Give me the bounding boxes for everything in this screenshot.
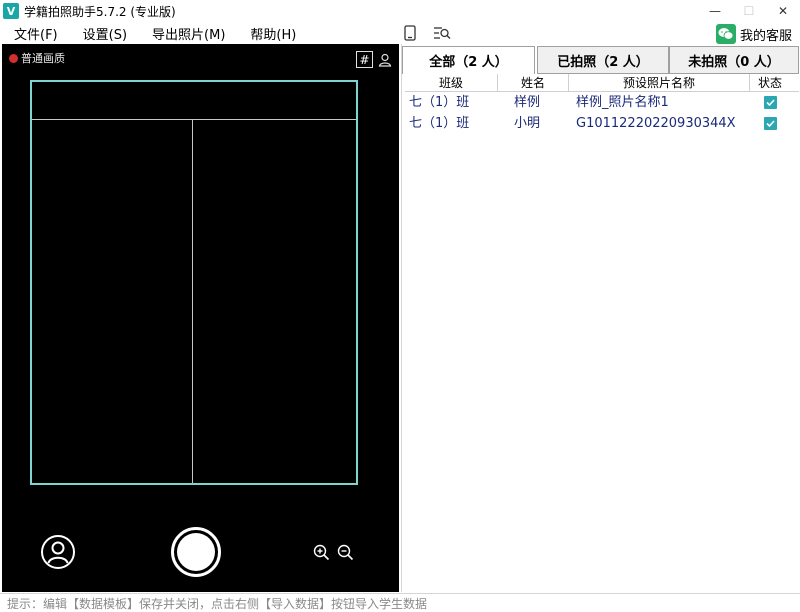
shutter-inner bbox=[177, 533, 215, 571]
search-list-icon[interactable] bbox=[433, 24, 451, 42]
maximize-button[interactable]: ☐ bbox=[732, 0, 766, 22]
title-bar: V 学籍拍照助手5.7.2 (专业版) — ☐ ✕ bbox=[0, 0, 800, 22]
menu-help[interactable]: 帮助(H) bbox=[236, 24, 296, 43]
frame-vertical-guide bbox=[192, 120, 193, 483]
photo-frame-guide bbox=[30, 80, 358, 485]
tab-not-photographed[interactable]: 未拍照（0 人） bbox=[669, 46, 799, 74]
app-logo-icon: V bbox=[3, 3, 19, 19]
menu-settings[interactable]: 设置(S) bbox=[69, 24, 127, 43]
minimize-button[interactable]: — bbox=[698, 0, 732, 22]
grid-toggle-icon[interactable]: # bbox=[356, 51, 373, 68]
phone-icon[interactable] bbox=[401, 24, 419, 42]
tab-all[interactable]: 全部（2 人） bbox=[402, 46, 535, 74]
cell-class: 七（1）班 bbox=[409, 116, 470, 131]
wechat-icon bbox=[715, 24, 736, 44]
record-dot-icon bbox=[9, 53, 18, 63]
table-row[interactable]: 七（1）班 小明 G10112220220930344X bbox=[405, 113, 799, 134]
zoom-in-icon[interactable] bbox=[313, 544, 330, 561]
camera-preview: 普通画质 # bbox=[2, 44, 399, 592]
tab-photographed[interactable]: 已拍照（2 人） bbox=[537, 46, 669, 74]
checkbox-checked-icon[interactable] bbox=[763, 117, 777, 130]
column-header-name[interactable]: 姓名 bbox=[498, 74, 569, 91]
portrait-mode-icon[interactable] bbox=[40, 534, 76, 570]
student-panel: 全部（2 人） 已拍照（2 人） 未拍照（0 人） 班级 姓名 预设照片名称 状… bbox=[401, 44, 799, 592]
column-header-status[interactable]: 状态 bbox=[750, 74, 790, 91]
table-row[interactable]: 七（1）班 样例 样例_照片名称1 bbox=[405, 92, 799, 113]
menu-export-photos[interactable]: 导出照片(M) bbox=[138, 24, 225, 43]
table-header: 班级 姓名 预设照片名称 状态 bbox=[405, 74, 799, 92]
cell-status bbox=[750, 117, 790, 130]
customer-service-label: 我的客服 bbox=[739, 28, 792, 44]
quality-indicator[interactable]: 普通画质 bbox=[9, 50, 65, 66]
quality-label: 普通画质 bbox=[21, 52, 65, 65]
cell-name: 小明 bbox=[514, 116, 541, 131]
column-header-class[interactable]: 班级 bbox=[405, 74, 498, 91]
checkbox-checked-icon[interactable] bbox=[763, 96, 777, 109]
window-controls: — ☐ ✕ bbox=[698, 0, 800, 22]
cell-class: 七（1）班 bbox=[409, 95, 470, 110]
column-header-photo-name[interactable]: 预设照片名称 bbox=[569, 74, 750, 91]
student-table: 班级 姓名 预设照片名称 状态 七（1）班 样例 样例_照片名称1 七（1）班 … bbox=[405, 74, 799, 134]
window-title: 学籍拍照助手5.7.2 (专业版) bbox=[24, 4, 176, 19]
cell-photo-name: 样例_照片名称1 bbox=[576, 95, 669, 110]
zoom-out-icon[interactable] bbox=[337, 544, 354, 561]
shutter-button[interactable] bbox=[171, 527, 221, 577]
cell-status bbox=[750, 96, 790, 109]
status-bar: 提示：编辑【数据模板】保存并关闭，点击右侧【导入数据】按钮导入学生数据 bbox=[0, 593, 800, 612]
cell-name: 样例 bbox=[514, 95, 541, 110]
cell-photo-name: G10112220220930344X bbox=[576, 116, 736, 131]
frame-horizontal-guide bbox=[32, 119, 356, 120]
person-outline-icon[interactable] bbox=[376, 51, 393, 68]
menu-file[interactable]: 文件(F) bbox=[0, 24, 58, 43]
close-button[interactable]: ✕ bbox=[766, 0, 800, 22]
customer-service-button[interactable]: 我的客服 bbox=[715, 24, 792, 44]
status-hint: 提示：编辑【数据模板】保存并关闭，点击右侧【导入数据】按钮导入学生数据 bbox=[7, 596, 428, 611]
filter-tabs: 全部（2 人） 已拍照（2 人） 未拍照（0 人） bbox=[402, 46, 799, 74]
menu-bar: 文件(F) 设置(S) 导出照片(M) 帮助(H) bbox=[0, 22, 800, 44]
